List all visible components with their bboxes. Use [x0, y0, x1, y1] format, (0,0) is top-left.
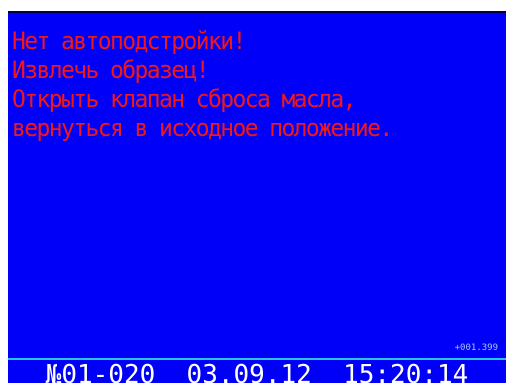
counter-readout: +001.399	[454, 343, 498, 353]
alarm-message-list: Нет автоподстройки! Извлечь образец! Отк…	[12, 27, 393, 143]
device-screen: Нет автоподстройки! Извлечь образец! Отк…	[0, 0, 509, 388]
alarm-message-line: Открыть клапан сброса масла,	[12, 86, 357, 114]
alarm-message-line: вернуться в исходное положение.	[12, 115, 393, 143]
lcd-display: Нет автоподстройки! Извлечь образец! Отк…	[8, 11, 506, 388]
alarm-message-line: Извлечь образец!	[12, 57, 210, 85]
status-bar-text: №01-020 03.09.12 15:20:14	[45, 360, 469, 390]
alarm-message-line: Нет автоподстройки!	[12, 28, 246, 56]
